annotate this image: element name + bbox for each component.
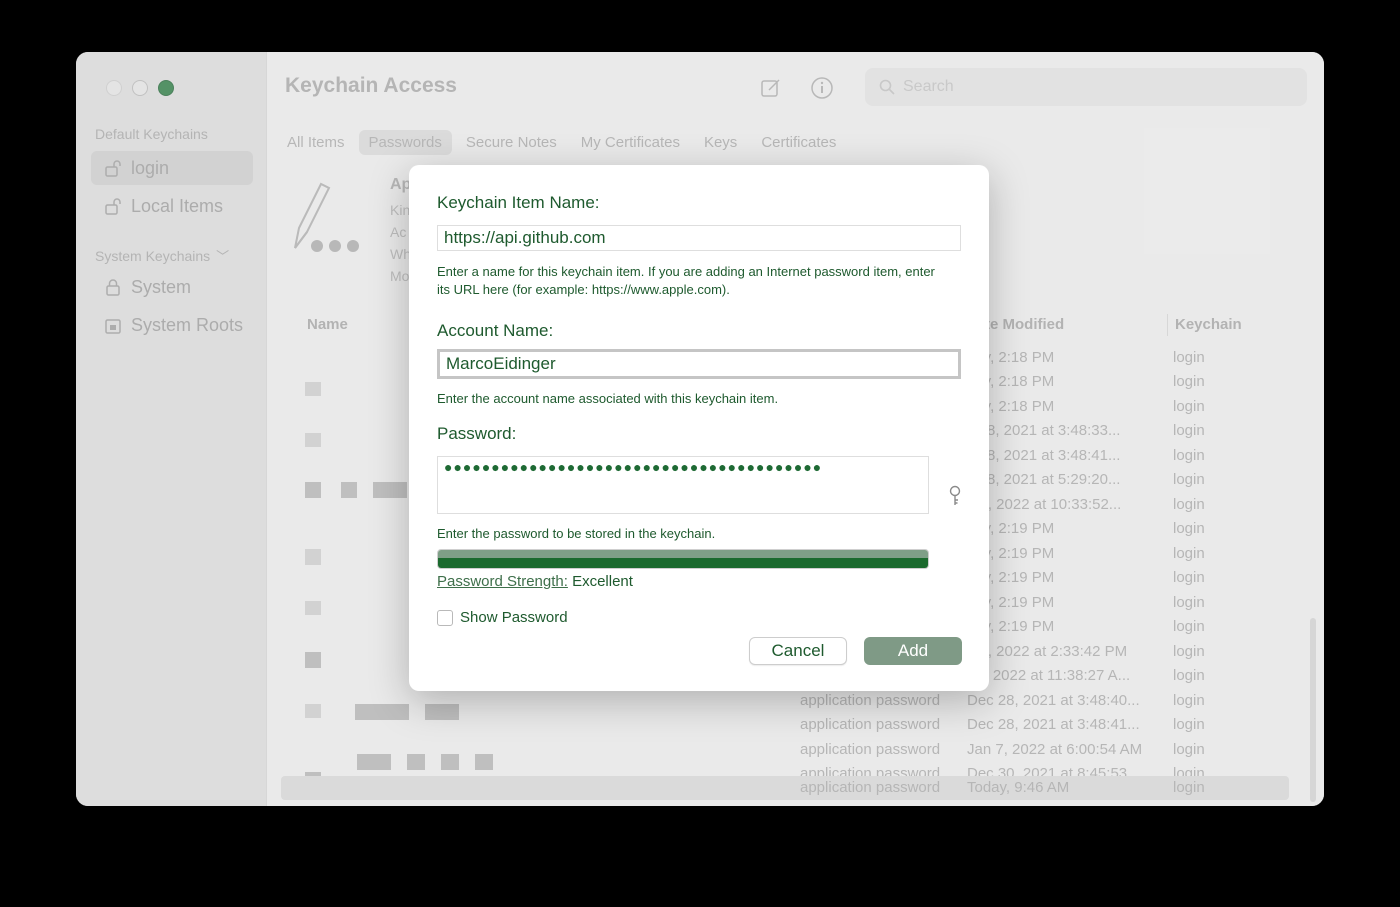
password-strength: Password Strength: Excellent [437,573,633,590]
show-password-checkbox[interactable] [437,609,453,626]
account-name-field[interactable] [437,349,961,379]
item-name-label: Keychain Item Name: [437,193,600,212]
item-name-help: Enter a name for this keychain item. If … [437,264,935,297]
password-strength-value: Excellent [572,573,633,590]
new-password-item-dialog: Keychain Item Name: Enter a name for thi… [409,165,989,691]
account-name-help: Enter the account name associated with t… [437,391,779,406]
show-password-row[interactable]: Show Password [437,609,568,626]
password-strength-label[interactable]: Password Strength: [437,573,568,590]
password-help: Enter the password to be stored in the k… [437,526,716,541]
show-password-label: Show Password [460,609,568,626]
password-strength-meter [437,549,929,569]
add-button[interactable]: Add [864,637,962,665]
cancel-button[interactable]: Cancel [749,637,847,665]
password-strength-fill [438,550,928,568]
password-field[interactable]: ●●●●●●●●●●●●●●●●●●●●●●●●●●●●●●●●●●●●●●●● [437,456,929,514]
password-label: Password: [437,424,517,443]
account-name-label: Account Name: [437,321,554,340]
password-masked-value: ●●●●●●●●●●●●●●●●●●●●●●●●●●●●●●●●●●●●●●●● [444,459,823,475]
key-icon[interactable] [947,485,963,512]
item-name-field[interactable] [437,225,961,251]
